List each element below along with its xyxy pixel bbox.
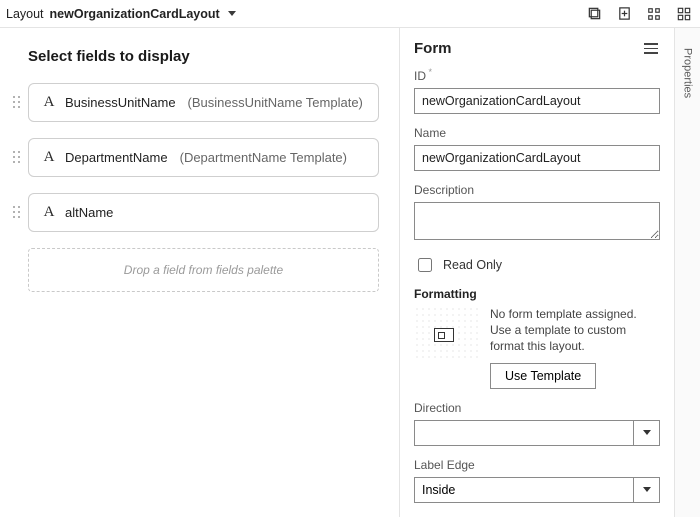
description-label: Description <box>414 183 660 197</box>
field-row[interactable]: A DepartmentName (DepartmentName Template) <box>6 138 379 177</box>
layout-switcher[interactable]: Layout newOrganizationCardLayout <box>6 7 236 21</box>
formatting-message: No form template assigned. Use a templat… <box>490 306 660 355</box>
readonly-row[interactable]: Read Only <box>414 255 660 275</box>
description-field[interactable] <box>414 202 660 240</box>
direction-label: Direction <box>414 401 660 415</box>
field-name: BusinessUnitName <box>65 95 176 110</box>
text-type-icon: A <box>41 149 57 166</box>
properties-panel: Form ID Name Description Read Only Forma… <box>399 28 674 517</box>
dropzone-text: Drop a field from fields palette <box>124 263 283 277</box>
chevron-down-icon[interactable] <box>633 421 659 445</box>
name-field[interactable] <box>414 145 660 171</box>
top-icon-bar <box>586 6 692 22</box>
drag-handle-icon[interactable] <box>6 151 28 164</box>
field-name: altName <box>65 205 113 220</box>
readonly-label: Read Only <box>443 258 502 272</box>
chevron-down-icon <box>228 11 236 16</box>
properties-rail-tab[interactable]: Properties <box>674 28 700 517</box>
text-type-icon: A <box>41 94 57 111</box>
field-template: (BusinessUnitName Template) <box>188 95 363 110</box>
label-edge-select[interactable] <box>414 477 660 503</box>
duplicate-icon[interactable] <box>586 6 602 22</box>
top-bar: Layout newOrganizationCardLayout <box>0 0 700 28</box>
field-name: DepartmentName <box>65 150 168 165</box>
drag-handle-icon[interactable] <box>6 206 28 219</box>
template-thumbnail-icon <box>414 306 478 362</box>
direction-value[interactable] <box>415 421 633 445</box>
text-type-icon: A <box>41 204 57 221</box>
formatting-label: Formatting <box>414 287 660 301</box>
field-dropzone[interactable]: Drop a field from fields palette <box>28 248 379 292</box>
rail-label: Properties <box>682 48 694 98</box>
grid-large-icon[interactable] <box>676 6 692 22</box>
field-template: (DepartmentName Template) <box>180 150 347 165</box>
layout-name: newOrganizationCardLayout <box>50 7 220 21</box>
panel-title: Form <box>414 40 452 57</box>
new-file-icon[interactable] <box>616 6 632 22</box>
field-row[interactable]: A BusinessUnitName (BusinessUnitName Templ… <box>6 83 379 122</box>
chevron-down-icon[interactable] <box>633 478 659 502</box>
id-field[interactable] <box>414 88 660 114</box>
field-row[interactable]: AaltName <box>6 193 379 232</box>
workspace: Select fields to display A BusinessUnitNa… <box>0 28 700 517</box>
canvas-heading: Select fields to display <box>28 48 379 65</box>
label-edge-label: Label Edge <box>414 458 660 472</box>
field-card[interactable]: A DepartmentName (DepartmentName Template) <box>28 138 379 177</box>
name-label: Name <box>414 126 660 140</box>
field-card[interactable]: AaltName <box>28 193 379 232</box>
use-template-button[interactable]: Use Template <box>490 363 596 389</box>
grid-small-icon[interactable] <box>646 6 662 22</box>
id-label: ID <box>414 67 660 83</box>
drag-handle-icon[interactable] <box>6 96 28 109</box>
panel-menu-icon[interactable] <box>642 41 660 56</box>
direction-select[interactable] <box>414 420 660 446</box>
canvas-area: Select fields to display A BusinessUnitNa… <box>0 28 399 517</box>
readonly-checkbox[interactable] <box>418 258 432 272</box>
label-edge-value[interactable] <box>415 478 633 502</box>
field-card[interactable]: A BusinessUnitName (BusinessUnitName Templ… <box>28 83 379 122</box>
layout-prefix: Layout <box>6 7 44 21</box>
